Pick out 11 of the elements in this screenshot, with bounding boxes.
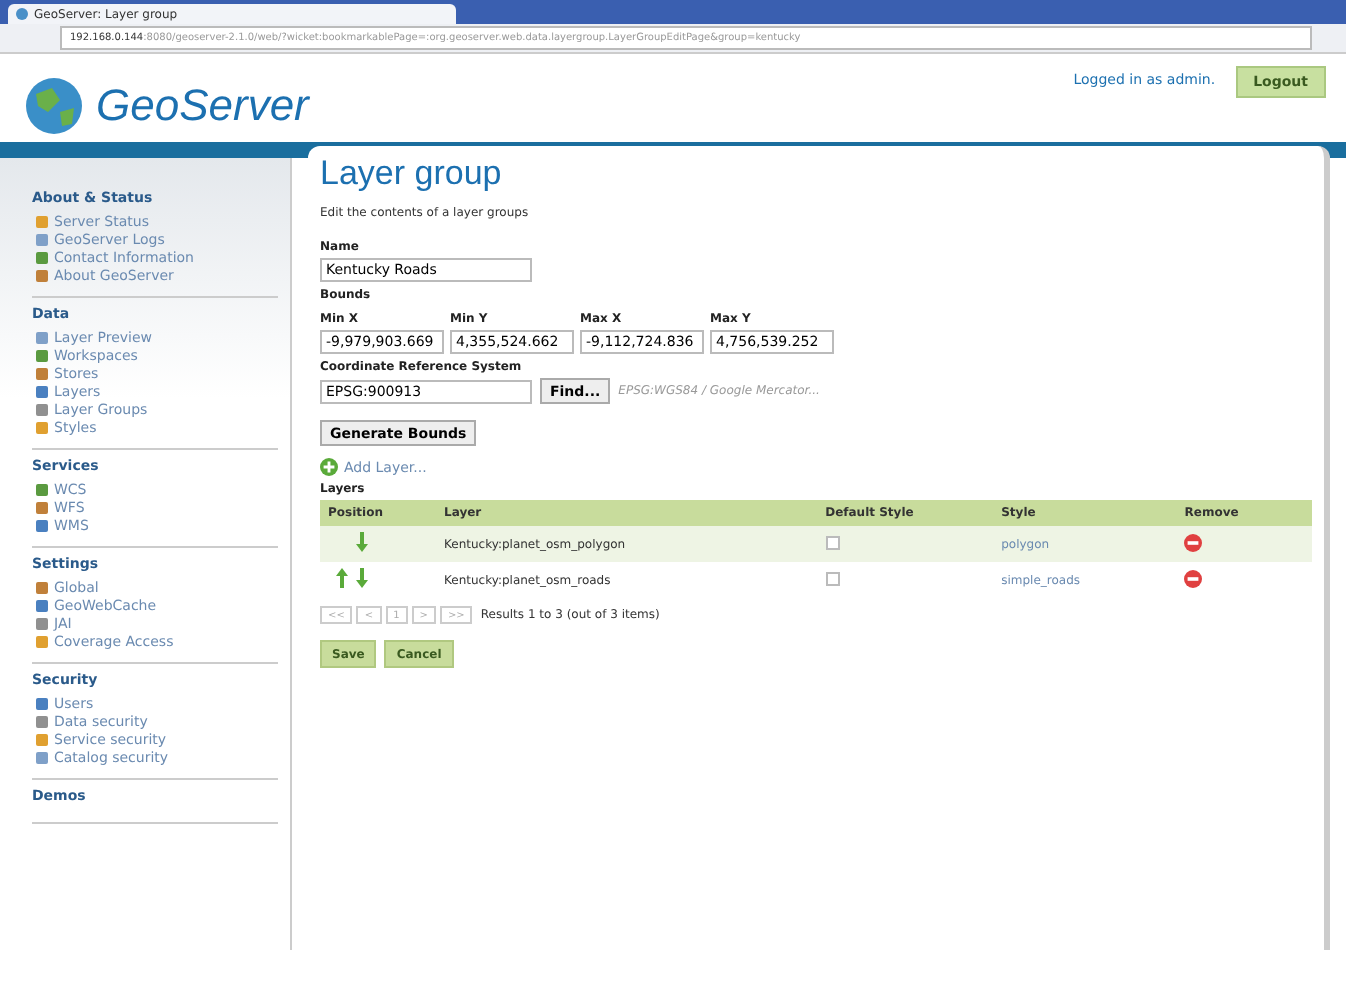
down-arrow-icon[interactable] [356,568,368,588]
page-title: Layer group [320,154,504,194]
default-style-checkbox[interactable] [825,535,840,549]
remove-icon[interactable] [1184,569,1203,587]
down-arrow-icon[interactable] [356,532,368,552]
up-arrow-icon[interactable] [336,568,348,588]
globe-logo-icon [20,76,88,136]
default-style-checkbox[interactable] [825,571,840,585]
logo-text: GeoServer [96,80,309,132]
remove-icon[interactable] [1184,533,1203,551]
add-icon[interactable] [320,458,338,476]
